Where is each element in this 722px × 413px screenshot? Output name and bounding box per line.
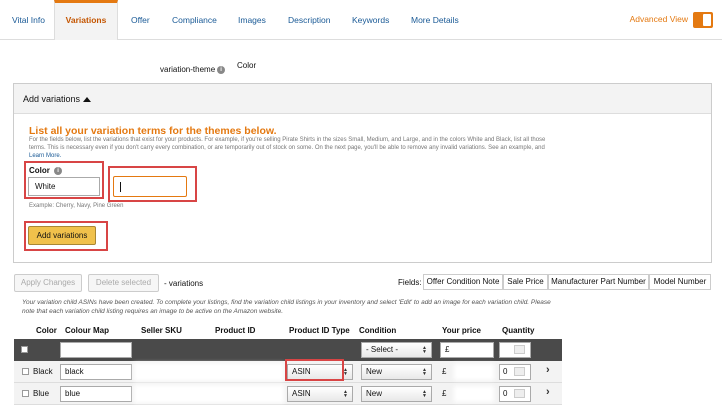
- learn-more-link[interactable]: Learn More.: [29, 153, 61, 159]
- info-icon[interactable]: i: [217, 65, 226, 74]
- column-header: Product ID: [215, 326, 256, 335]
- chevron-right-icon[interactable]: ›: [546, 364, 550, 376]
- field-sale-price[interactable]: Sale Price: [503, 274, 548, 290]
- condition-select[interactable]: New ▲ ▼: [361, 386, 432, 402]
- info-icon[interactable]: i: [54, 166, 63, 175]
- bulk-colour-map-input[interactable]: [60, 342, 132, 358]
- row-checkbox[interactable]: [22, 390, 29, 397]
- column-header: Colour Map: [65, 326, 109, 335]
- tab-vital-info[interactable]: Vital Info: [12, 0, 45, 40]
- tab-bar: Vital Info Variations Offer Compliance I…: [0, 0, 722, 40]
- color-value-field[interactable]: White: [28, 177, 100, 196]
- tab-images[interactable]: Images: [238, 0, 266, 40]
- redacted-area: [134, 385, 284, 403]
- quantity-input[interactable]: 0: [499, 386, 531, 402]
- tab-description[interactable]: Description: [288, 0, 331, 40]
- chevron-right-icon[interactable]: ›: [546, 386, 550, 398]
- advanced-view-toggle[interactable]: [693, 12, 713, 28]
- bulk-price-input[interactable]: £: [440, 342, 494, 358]
- field-offer-condition-note[interactable]: Offer Condition Note: [423, 274, 503, 290]
- redacted-area: [134, 363, 284, 381]
- add-variations-header[interactable]: Add variations: [14, 84, 711, 114]
- column-header: Color: [36, 326, 57, 335]
- tab-variations[interactable]: Variations: [54, 0, 118, 40]
- product-id-type-select[interactable]: ASIN ▲ ▼: [287, 386, 353, 402]
- currency-symbol: £: [442, 367, 447, 376]
- variation-terms-description: For the fields below, list the variation…: [29, 137, 546, 159]
- advanced-view-label: Advanced View: [629, 14, 688, 24]
- color-example: Example: Cherry, Navy, Pine Green: [29, 203, 124, 209]
- tab-keywords[interactable]: Keywords: [352, 0, 389, 40]
- highlight-box: [285, 359, 344, 381]
- row-color: Blue: [33, 389, 50, 398]
- fields-label: Fields:: [398, 278, 422, 287]
- quantity-input[interactable]: 0: [499, 364, 531, 380]
- field-model-number[interactable]: Model Number: [649, 274, 711, 290]
- column-header: Seller SKU: [141, 326, 182, 335]
- delete-selected-button[interactable]: Delete selected: [88, 274, 159, 292]
- table-header: Color Colour Map Seller SKU Product ID P…: [14, 322, 562, 338]
- tab-compliance[interactable]: Compliance: [172, 0, 217, 40]
- select-all-checkbox[interactable]: [21, 346, 28, 353]
- table-row: Blue blue ASIN ▲ ▼ New ▲ ▼ £ 0 ›: [14, 383, 562, 405]
- column-header: Quantity: [502, 326, 535, 335]
- column-header: Condition: [359, 326, 397, 335]
- colour-map-input[interactable]: blue: [60, 386, 132, 402]
- colour-map-input[interactable]: black: [60, 364, 132, 380]
- row-checkbox[interactable]: [22, 368, 29, 375]
- condition-select[interactable]: New ▲ ▼: [361, 364, 432, 380]
- color-label: Color i: [29, 166, 63, 175]
- stepper-icon[interactable]: [514, 367, 525, 376]
- add-variations-button[interactable]: Add variations: [28, 226, 96, 245]
- variation-theme-label: variation-theme i: [160, 65, 226, 74]
- column-header: Product ID Type: [289, 326, 350, 335]
- redacted-area: [454, 364, 494, 380]
- chevron-up-icon: [83, 97, 92, 103]
- bulk-edit-row: - Select - ▲ ▼ £: [14, 339, 562, 361]
- apply-changes-button[interactable]: Apply Changes: [14, 274, 82, 292]
- tab-offer[interactable]: Offer: [131, 0, 150, 40]
- bulk-condition-select[interactable]: - Select - ▲ ▼: [361, 342, 432, 358]
- stepper-icon[interactable]: [514, 389, 525, 398]
- field-manufacturer-part-number[interactable]: Manufacturer Part Number: [548, 274, 649, 290]
- bulk-quantity-input[interactable]: [499, 342, 531, 358]
- currency-symbol: £: [442, 389, 447, 398]
- column-header: Your price: [442, 326, 481, 335]
- tab-more-details[interactable]: More Details: [411, 0, 459, 40]
- redacted-area: [454, 386, 494, 402]
- new-color-input[interactable]: [113, 176, 187, 197]
- row-color: Black: [33, 367, 53, 376]
- variation-theme-value: Color: [237, 61, 257, 70]
- child-asin-note: Your variation child ASINs have been cre…: [22, 299, 551, 315]
- stepper-icon[interactable]: [514, 345, 525, 354]
- variations-count: - variations: [164, 279, 204, 288]
